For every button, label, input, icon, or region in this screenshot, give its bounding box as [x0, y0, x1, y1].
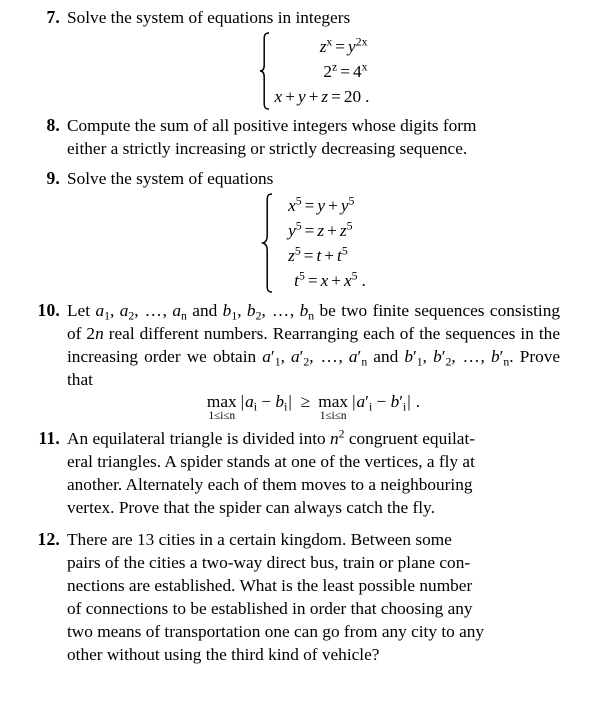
- math-var-n: n: [330, 429, 339, 448]
- problem-body-11: An equilateral triangle is divided into …: [67, 427, 560, 519]
- braced-system: x5 = y + y5 y5 = z + z5 z5 = t + t5 t5 = x + x5.: [261, 193, 366, 293]
- equation-row: t5 = x + x5.: [294, 269, 366, 290]
- problem-12-line-4: of connections to be established in orde…: [67, 599, 473, 618]
- problem-item-7: 7. Solve the system of equations in inte…: [0, 6, 594, 110]
- left-brace-icon: [261, 193, 274, 293]
- equation-row: x5 = y + y5: [288, 194, 355, 215]
- problem-10-text: Let a1, a2, . . . , an and b1, b2, . . .…: [67, 301, 561, 389]
- problem-body-9: Solve the system of equations x5 = y + y5: [67, 167, 560, 293]
- problem-8-line-1: Compute the sum of all positive integers…: [67, 116, 477, 135]
- max-limits: 1≤i≤n: [208, 410, 236, 422]
- equation-row: x + y + z = 20.: [274, 86, 370, 106]
- problem-11-line-2: eral triangles. A spider stands at one o…: [67, 452, 475, 471]
- problem-item-8: 8. Compute the sum of all positive integ…: [0, 114, 594, 160]
- equation-system-7: zx = y2x 2z = 4x x + y + z = 20.: [67, 32, 560, 110]
- problem-9-intro: Solve the system of equations: [67, 169, 274, 188]
- problem-12-line-3: nections are established. What is the le…: [67, 576, 473, 595]
- problem-11-line-1: An equilateral triangle is divided into …: [67, 427, 560, 450]
- problem-body-12: There are 13 cities in a certain kingdom…: [67, 528, 560, 666]
- text-fragment: congruent equilat-: [344, 429, 476, 448]
- problem-item-12: 12. There are 13 cities in a certain kin…: [0, 528, 594, 666]
- problem-number-8: 8.: [46, 115, 60, 135]
- text-fragment: real different numbers. Rearranging each…: [67, 324, 560, 366]
- relation-sign: ≥: [300, 392, 311, 411]
- system-rows: zx = y2x 2z = 4x x + y + z = 20.: [271, 32, 370, 110]
- problem-list: 7. Solve the system of equations in inte…: [0, 6, 594, 666]
- problem-item-11: 11. An equilateral triangle is divided i…: [0, 427, 594, 519]
- equation-row: z5 = t + t5: [288, 244, 348, 265]
- text-fragment: Let: [67, 301, 96, 320]
- braced-system: zx = y2x 2z = 4x x + y + z = 20.: [258, 32, 370, 110]
- problem-8-line-2: either a strictly increasing or strictly…: [67, 139, 468, 158]
- max-label: max: [318, 392, 349, 411]
- max-operator-right: max 1≤i≤n: [318, 392, 349, 423]
- text-fragment: and: [367, 347, 405, 366]
- problem-number-9: 9.: [46, 168, 60, 188]
- problem-body-7: Solve the system of equations in integer…: [67, 6, 560, 110]
- problem-body-10: Let a1, a2, . . . , an and b1, b2, . . .…: [67, 299, 560, 422]
- problem-item-10: 10. Let a1, a2, . . . , an and b1, b2, .…: [0, 299, 594, 422]
- problem-12-line-2: pairs of the cities a two-way direct bus…: [67, 553, 471, 572]
- problem-12-line-6: other without using the third kind of ve…: [67, 645, 380, 664]
- problem-11-line-4: vertex. Prove that the spider can always…: [67, 498, 435, 517]
- max-inequality-display: max 1≤i≤n |ai − bi| ≥ max 1≤i≤n |a′i − b…: [67, 392, 560, 423]
- problem-number-10: 10.: [37, 300, 60, 320]
- problem-item-9: 9. Solve the system of equations x5 = y + y5: [0, 167, 594, 293]
- text-fragment: An equilateral triangle is divided into: [67, 429, 330, 448]
- equation-system-9: x5 = y + y5 y5 = z + z5 z5 = t + t5 t5 = x + x5.: [67, 193, 560, 293]
- document-page: 7. Solve the system of equations in inte…: [0, 6, 594, 719]
- equation-row: 2z = 4x: [323, 60, 368, 81]
- max-label: max: [206, 392, 237, 411]
- problem-number-7: 7.: [46, 7, 60, 27]
- problem-7-intro: Solve the system of equations in integer…: [67, 8, 351, 27]
- abs-expression-right: |a′i − b′i|.: [352, 392, 421, 414]
- left-brace-icon: [258, 32, 271, 110]
- system-rows: x5 = y + y5 y5 = z + z5 z5 = t + t5 t5 = x + x5.: [274, 193, 366, 293]
- problem-12-line-5: two means of transportation one can go f…: [67, 622, 485, 641]
- equation-row: zx = y2x: [319, 35, 368, 56]
- problem-number-12: 12.: [37, 529, 60, 549]
- problem-body-8: Compute the sum of all positive integers…: [67, 114, 560, 160]
- problem-number-11: 11.: [38, 428, 60, 448]
- max-limits: 1≤i≤n: [319, 410, 347, 422]
- inequality-expression: max 1≤i≤n |ai − bi| ≥ max 1≤i≤n |a′i − b…: [206, 392, 421, 423]
- max-operator-left: max 1≤i≤n: [206, 392, 237, 423]
- abs-expression-left: |ai − bi|: [240, 392, 292, 414]
- problem-11-line-3: another. Alternately each of them moves …: [67, 475, 473, 494]
- equation-row: y5 = z + z5: [288, 219, 353, 240]
- problem-12-line-1: There are 13 cities in a certain kingdom…: [67, 530, 452, 549]
- text-fragment: and: [186, 301, 223, 320]
